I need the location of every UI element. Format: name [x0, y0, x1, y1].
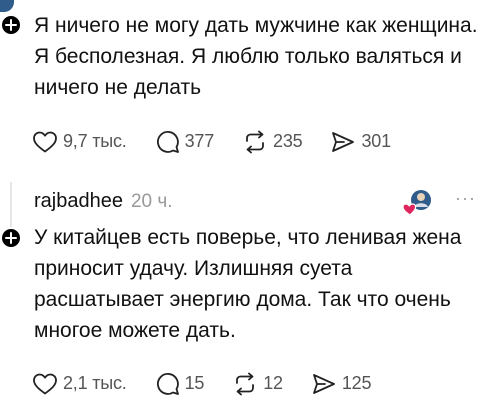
plus-icon — [5, 19, 17, 31]
post-text: Я ничего не могу дать мужчине как женщин… — [34, 14, 478, 99]
liked-by-author-icon — [402, 190, 431, 216]
repost-icon — [246, 130, 264, 153]
heart-icon — [33, 373, 57, 394]
share-count: 125 — [341, 373, 372, 393]
reply-button[interactable]: 377 — [155, 129, 214, 154]
post-2: rajbadhee 20 ч. ··· У китайцев есть пове… — [0, 178, 500, 411]
heart-icon — [33, 131, 57, 152]
timestamp: 20 ч. — [130, 191, 173, 212]
share-icon — [332, 131, 355, 152]
repost-count: 12 — [263, 373, 283, 393]
like-count: 2,1 тыс. — [63, 373, 127, 393]
reply-button[interactable]: 15 — [155, 371, 205, 396]
post-1: Я ничего не могу дать мужчине как женщин… — [0, 0, 500, 178]
like-count: 9,7 тыс. — [63, 131, 127, 151]
repost-button[interactable]: 12 — [232, 372, 283, 396]
like-button[interactable]: 2,1 тыс. — [32, 372, 127, 396]
avatar[interactable] — [0, 0, 14, 12]
comment-icon — [156, 373, 179, 395]
repost-button[interactable]: 235 — [242, 130, 303, 154]
post-header: rajbadhee 20 ч. — [34, 190, 173, 213]
post-actions: 9,7 тыс. 377 235 301 — [32, 129, 419, 154]
plus-icon — [5, 232, 17, 244]
reply-count: 15 — [184, 373, 205, 393]
username[interactable]: rajbadhee — [34, 190, 123, 213]
follow-plus-button[interactable] — [0, 14, 22, 36]
repost-count: 235 — [273, 131, 303, 151]
post-actions: 2,1 тыс. 15 12 125 — [32, 371, 399, 396]
reply-count: 377 — [184, 131, 215, 151]
share-count: 301 — [361, 131, 391, 151]
post-text: У китайцев есть поверье, что ленивая жен… — [34, 226, 462, 342]
follow-plus-button[interactable] — [0, 227, 22, 249]
more-options-button[interactable]: ··· — [455, 188, 476, 209]
repost-icon — [236, 372, 255, 395]
share-icon — [312, 373, 335, 394]
like-button[interactable]: 9,7 тыс. — [32, 130, 127, 154]
comment-icon — [156, 131, 179, 153]
share-button[interactable]: 125 — [311, 372, 371, 396]
share-button[interactable]: 301 — [330, 130, 391, 154]
